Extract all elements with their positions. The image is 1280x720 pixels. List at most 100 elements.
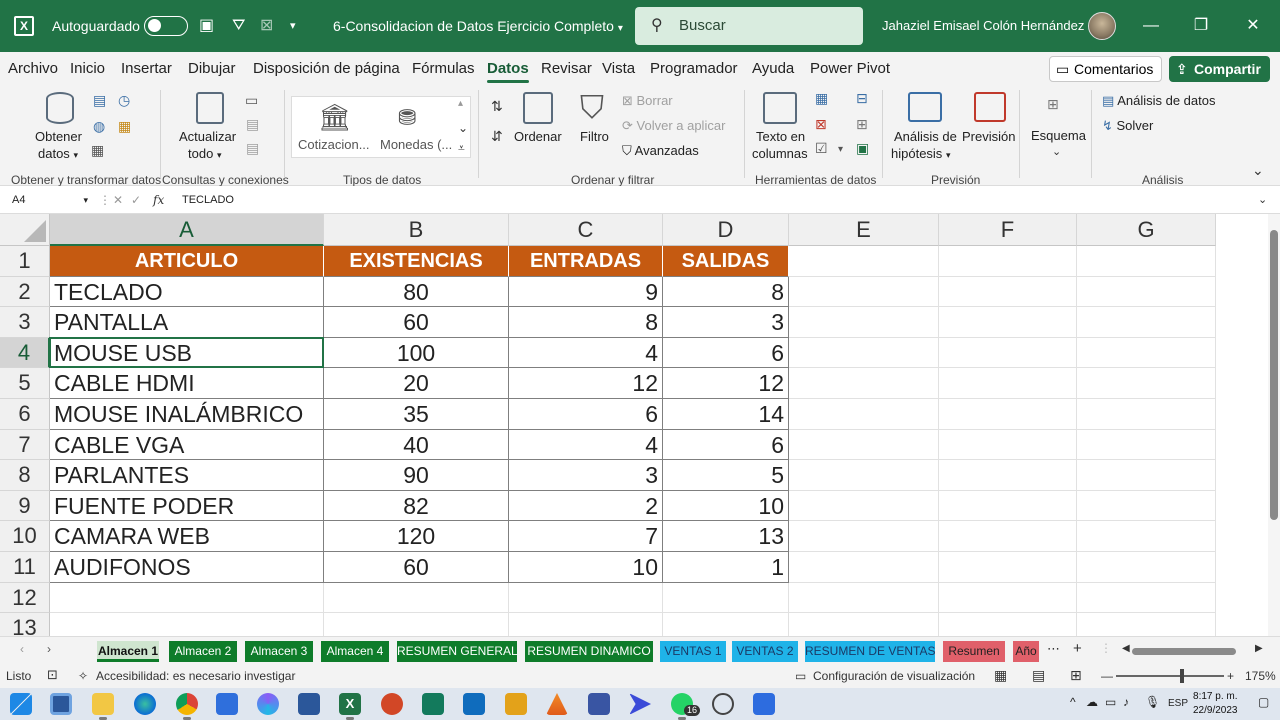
table-cell[interactable]: 20: [324, 368, 509, 399]
outline-button[interactable]: Esquema: [1031, 128, 1086, 143]
stocks-data-type[interactable]: Cotizacion...: [298, 137, 370, 152]
data-validation-icon[interactable]: ☑: [815, 140, 828, 156]
table-cell[interactable]: CABLE VGA: [50, 429, 324, 461]
cell-a13[interactable]: [50, 613, 324, 636]
cell-e8[interactable]: [789, 460, 939, 491]
sheet-tab[interactable]: Año: [1013, 641, 1039, 662]
tab-insertar[interactable]: Insertar: [121, 60, 172, 77]
table-cell[interactable]: CABLE HDMI: [50, 368, 324, 399]
cell-g9[interactable]: [1077, 490, 1216, 522]
chevron-down-icon[interactable]: ⌄: [1052, 144, 1061, 160]
file-explorer-icon[interactable]: [92, 693, 114, 720]
table-cell[interactable]: 3: [663, 307, 789, 338]
tab-formulas[interactable]: Fórmulas: [412, 60, 475, 77]
table-cell[interactable]: 8: [509, 307, 663, 338]
tab-dibujar[interactable]: Dibujar: [188, 60, 236, 77]
get-data-button[interactable]: Obtener: [35, 129, 82, 144]
tab-revisar[interactable]: Revisar: [541, 60, 592, 77]
reapply-button[interactable]: ⟳ Volver a aplicar: [622, 118, 725, 134]
table-cell[interactable]: AUDIFONOS: [50, 552, 324, 583]
name-box[interactable]: A4 ▾: [6, 190, 92, 210]
cell-g10[interactable]: [1077, 521, 1216, 552]
microphone-icon[interactable]: 🎙: [1145, 695, 1160, 709]
sort-desc-icon[interactable]: ⇵: [491, 128, 503, 144]
column-header-f[interactable]: F: [939, 214, 1077, 246]
tab-vista[interactable]: Vista: [602, 60, 635, 77]
table-cell[interactable]: 14: [663, 399, 789, 430]
cell-e3[interactable]: [789, 307, 939, 338]
tab-power-pivot[interactable]: Power Pivot: [810, 60, 890, 77]
cell-a12[interactable]: [50, 582, 324, 614]
document-title[interactable]: 6-Consolidacion de Datos Ejercicio Compl…: [333, 0, 623, 55]
table-cell[interactable]: 6: [663, 337, 789, 369]
advanced-button[interactable]: ⛉ Avanzadas: [622, 143, 699, 159]
table-cell[interactable]: 90: [324, 460, 509, 491]
column-header-c[interactable]: C: [509, 214, 663, 246]
sheet-tab[interactable]: Almacen 4: [321, 641, 389, 662]
cell-g13[interactable]: [1077, 613, 1216, 636]
relationships-icon[interactable]: ⊞: [856, 116, 868, 132]
table-cell[interactable]: 40: [324, 429, 509, 461]
row-header-12[interactable]: 12: [0, 582, 50, 614]
cell-g5[interactable]: [1077, 368, 1216, 399]
cell-g8[interactable]: [1077, 460, 1216, 491]
column-header-b[interactable]: B: [324, 214, 509, 246]
macro-record-icon[interactable]: ⊡: [47, 667, 58, 683]
row-header-4[interactable]: 4: [0, 337, 50, 369]
task-view-icon[interactable]: [50, 693, 72, 715]
table-cell[interactable]: MOUSE INALÁMBRICO: [50, 399, 324, 430]
row-header-7[interactable]: 7: [0, 429, 50, 461]
tab-archivo[interactable]: Archivo: [8, 60, 58, 77]
comments-button[interactable]: ▭ Comentarios: [1049, 56, 1163, 82]
cell-e10[interactable]: [789, 521, 939, 552]
sort-asc-icon[interactable]: ⇅: [491, 98, 503, 114]
user-name[interactable]: Jahaziel Emisael Colón Hernández: [882, 0, 1084, 52]
remove-duplicates-icon[interactable]: ⊠: [815, 116, 827, 132]
table-header-cell[interactable]: ARTICULO: [50, 246, 324, 277]
cell-f9[interactable]: [939, 490, 1077, 522]
table-cell[interactable]: 6: [663, 429, 789, 461]
cell-d12[interactable]: [663, 582, 789, 614]
properties-icon[interactable]: ▤: [246, 116, 259, 132]
tab-programador[interactable]: Programador: [650, 60, 738, 77]
cell-f4[interactable]: [939, 337, 1077, 369]
table-cell[interactable]: 5: [663, 460, 789, 491]
cell-c12[interactable]: [509, 582, 663, 614]
vlc-icon[interactable]: [546, 693, 568, 715]
queries-icon[interactable]: ▭: [245, 92, 258, 108]
table-cell[interactable]: 12: [509, 368, 663, 399]
cell-g1[interactable]: [1077, 246, 1216, 277]
cancel-icon[interactable]: ✕: [113, 189, 123, 211]
prev-sheet-icon[interactable]: ‹: [20, 642, 24, 656]
sheet-bar-grip-icon[interactable]: ⋮: [1100, 641, 1112, 655]
sheet-tab[interactable]: VENTAS 2: [732, 641, 798, 662]
collapse-ribbon-icon[interactable]: ⌄: [1252, 162, 1264, 178]
row-header-8[interactable]: 8: [0, 460, 50, 491]
add-sheet-icon[interactable]: +: [1073, 640, 1082, 657]
column-header-g[interactable]: G: [1077, 214, 1216, 246]
scroll-right-icon[interactable]: ▶: [1255, 643, 1263, 654]
accessibility-status[interactable]: Accesibilidad: es necesario investigar: [96, 669, 295, 683]
row-header-5[interactable]: 5: [0, 368, 50, 399]
cell-e13[interactable]: [789, 613, 939, 636]
quick-access-dropdown-icon[interactable]: ▾: [290, 16, 296, 36]
visio-icon[interactable]: [588, 693, 610, 715]
cell-g4[interactable]: [1077, 337, 1216, 369]
row-header-2[interactable]: 2: [0, 276, 50, 308]
snipping-tool-icon[interactable]: [753, 693, 775, 715]
table-cell[interactable]: 3: [509, 460, 663, 491]
language-indicator[interactable]: ESP: [1168, 698, 1188, 709]
table-header-cell[interactable]: ENTRADAS: [509, 246, 663, 277]
display-settings-button[interactable]: Configuración de visualización: [813, 669, 975, 683]
column-header-e[interactable]: E: [789, 214, 939, 246]
table-cell[interactable]: MOUSE USB: [50, 337, 324, 369]
currencies-data-type[interactable]: Monedas (...: [380, 137, 452, 152]
refresh-all-button[interactable]: Actualizar: [179, 129, 236, 144]
save-icon[interactable]: ▣: [199, 16, 214, 36]
table-cell[interactable]: 4: [509, 429, 663, 461]
chevron-down-icon[interactable]: ▾: [838, 142, 843, 158]
what-if-button-line2[interactable]: hipótesis ▾: [891, 146, 950, 161]
table-cell[interactable]: 1: [663, 552, 789, 583]
cell-g3[interactable]: [1077, 307, 1216, 338]
table-cell[interactable]: 9: [509, 276, 663, 308]
